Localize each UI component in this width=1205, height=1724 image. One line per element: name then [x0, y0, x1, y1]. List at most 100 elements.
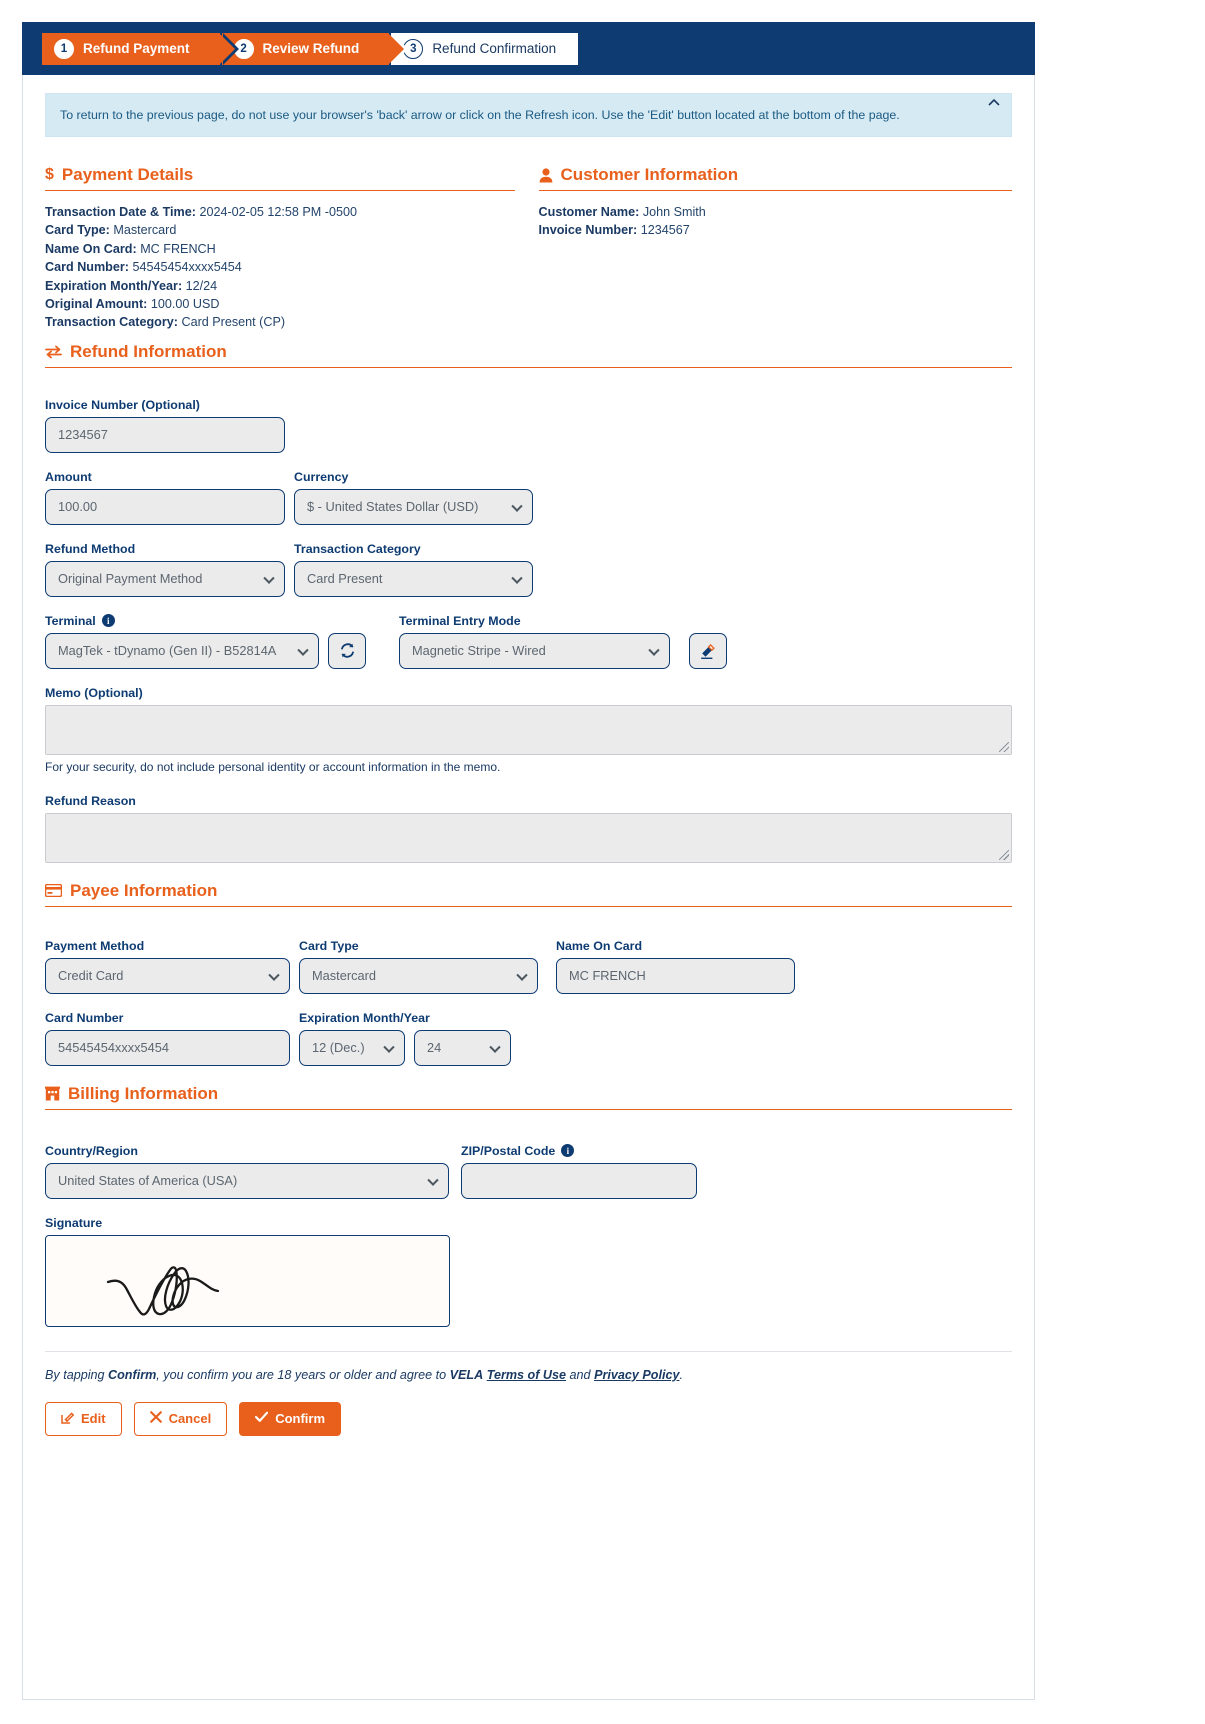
payment-details-title: Payment Details — [61, 165, 194, 184]
terms-confirm-word: Confirm — [108, 1367, 157, 1382]
card-number-input[interactable]: 54545454xxxx5454 — [45, 1029, 290, 1066]
chevron-down-icon — [268, 969, 280, 981]
chevron-up-icon[interactable] — [987, 96, 1001, 112]
payment-method-field: Payment Method Credit Card — [45, 939, 290, 994]
card-swipe-button[interactable] — [689, 632, 727, 669]
amount-currency-row: Amount 100.00 Currency $ - United States… — [45, 470, 1012, 525]
refund-method-select[interactable]: Original Payment Method — [45, 560, 285, 597]
card-number-field: Card Number 54545454xxxx5454 — [45, 1011, 290, 1066]
payee-information-heading: Payee Information — [45, 881, 1012, 907]
signature-drawing — [106, 1266, 220, 1316]
action-buttons: Edit Cancel Confirm — [45, 1401, 1012, 1436]
step-refund-payment[interactable]: 1 Refund Payment — [42, 32, 239, 65]
footer-divider — [45, 1350, 1012, 1352]
zip-postal-input[interactable] — [461, 1162, 697, 1199]
invoice-number-value: 1234567 — [58, 427, 108, 443]
name-on-card-field: Name On Card MC FRENCH — [556, 939, 795, 994]
privacy-policy-link[interactable]: Privacy Policy — [594, 1368, 679, 1382]
detail-row: Invoice Number: 1234567 — [539, 221, 1012, 239]
detail-label: Customer Name: — [538, 205, 640, 219]
detail-label: Original Amount: — [45, 297, 148, 312]
refund-reason-field: Refund Reason — [45, 794, 1012, 863]
terminal-entry-mode-field: Terminal Entry Mode Magnetic Stripe - Wi… — [399, 614, 670, 669]
progress-stepper: 1 Refund Payment 2 Review Refund 3 Refun… — [22, 22, 1035, 75]
cancel-button[interactable]: Cancel — [133, 1401, 228, 1436]
terminal-select[interactable]: MagTek - tDynamo (Gen II) - B52814A — [45, 632, 319, 669]
info-banner: To return to the previous page, do not u… — [45, 93, 1012, 137]
detail-value: Mastercard — [113, 223, 177, 238]
terms-of-use-link[interactable]: Terms of Use — [487, 1368, 566, 1382]
cancel-label: Cancel — [168, 1411, 212, 1427]
exchange-icon — [45, 345, 62, 359]
main-card: To return to the previous page, do not u… — [22, 75, 1035, 1700]
name-on-card-label: Name On Card — [556, 938, 643, 953]
detail-value: 54545454xxxx5454 — [132, 260, 242, 275]
billing-information-title: Billing Information — [68, 1083, 219, 1103]
terminal-entry-mode-label: Terminal Entry Mode — [399, 613, 521, 628]
summary-columns: $ Payment Details Transaction Date & Tim… — [45, 165, 1012, 332]
chevron-down-icon — [489, 1041, 501, 1053]
chevron-down-icon — [648, 644, 660, 656]
refund-method-field: Refund Method Original Payment Method — [45, 542, 285, 597]
terminal-label-text: Terminal — [45, 613, 96, 628]
card-type-select[interactable]: Mastercard — [299, 957, 538, 994]
detail-value: 2024-02-05 12:58 PM -0500 — [199, 205, 357, 219]
invoice-number-field: Invoice Number (Optional) 1234567 — [45, 398, 285, 453]
country-region-select[interactable]: United States of America (USA) — [45, 1162, 449, 1199]
detail-label: Expiration Month/Year: — [45, 278, 183, 293]
terminal-entry-mode-select[interactable]: Magnetic Stripe - Wired — [399, 632, 670, 669]
terms-end: . — [679, 1367, 683, 1382]
payment-method-select[interactable]: Credit Card — [45, 957, 290, 994]
method-category-row: Refund Method Original Payment Method Tr… — [45, 542, 1012, 597]
chevron-down-icon — [516, 969, 528, 981]
memo-textarea[interactable] — [45, 704, 1012, 755]
expiration-year-value: 24 — [427, 1040, 442, 1056]
detail-label: Transaction Category: — [45, 315, 178, 330]
chevron-down-icon — [427, 1174, 439, 1186]
zip-postal-field: ZIP/Postal Code i — [461, 1144, 697, 1199]
invoice-number-label: Invoice Number (Optional) — [45, 397, 200, 412]
signature-label: Signature — [45, 1215, 103, 1230]
expiration-label: Expiration Month/Year — [299, 1010, 430, 1025]
info-banner-text: To return to the previous page, do not u… — [60, 108, 900, 122]
expiration-month-select[interactable]: 12 (Dec.) — [299, 1029, 405, 1066]
card-number-label: Card Number — [45, 1010, 124, 1025]
refund-reason-textarea[interactable] — [45, 812, 1012, 863]
terms-prefix: By tapping — [45, 1367, 109, 1382]
terms-text: By tapping Confirm, you confirm you are … — [45, 1368, 1012, 1382]
currency-select[interactable]: $ - United States Dollar (USD) — [294, 488, 533, 525]
billing-information-section: Billing Information Country/Region Unite… — [45, 1084, 1012, 1327]
terminal-label: Terminal i — [45, 614, 319, 628]
chevron-down-icon — [297, 644, 309, 656]
info-icon[interactable]: i — [561, 1144, 575, 1158]
transaction-category-select[interactable]: Card Present — [294, 560, 533, 597]
amount-input[interactable]: 100.00 — [45, 488, 285, 525]
building-icon — [45, 1086, 60, 1101]
card-type-value: Mastercard — [312, 968, 377, 984]
detail-value: Card Present (CP) — [181, 315, 286, 330]
detail-row: Card Number: 54545454xxxx5454 — [45, 258, 515, 276]
dollar-icon: $ — [45, 166, 54, 183]
refresh-terminals-button[interactable] — [328, 632, 366, 669]
refund-method-value: Original Payment Method — [58, 571, 203, 587]
billing-information-heading: Billing Information — [45, 1084, 1012, 1110]
edit-button[interactable]: Edit — [45, 1401, 122, 1436]
step-review-refund[interactable]: 2 Review Refund — [221, 32, 409, 65]
payment-details-section: $ Payment Details Transaction Date & Tim… — [45, 165, 529, 332]
invoice-number-input[interactable]: 1234567 — [45, 416, 285, 453]
country-region-label: Country/Region — [45, 1143, 138, 1158]
card-type-label: Card Type — [299, 938, 359, 953]
terminal-value: MagTek - tDynamo (Gen II) - B52814A — [58, 643, 277, 659]
signature-canvas[interactable] — [45, 1234, 450, 1327]
amount-label: Amount — [45, 469, 92, 484]
zip-postal-label-text: ZIP/Postal Code — [461, 1143, 556, 1158]
detail-value: MC FRENCH — [140, 241, 216, 256]
confirm-button[interactable]: Confirm — [239, 1401, 342, 1436]
step-refund-confirmation[interactable]: 3 Refund Confirmation — [391, 32, 579, 65]
detail-row: Transaction Category: Card Present (CP) — [45, 313, 515, 331]
name-on-card-input[interactable]: MC FRENCH — [556, 957, 795, 994]
expiration-year-select[interactable]: 24 — [414, 1029, 511, 1066]
info-icon[interactable]: i — [101, 614, 115, 628]
detail-value: 1234567 — [640, 223, 690, 238]
memo-hint: For your security, do not include person… — [45, 759, 501, 774]
